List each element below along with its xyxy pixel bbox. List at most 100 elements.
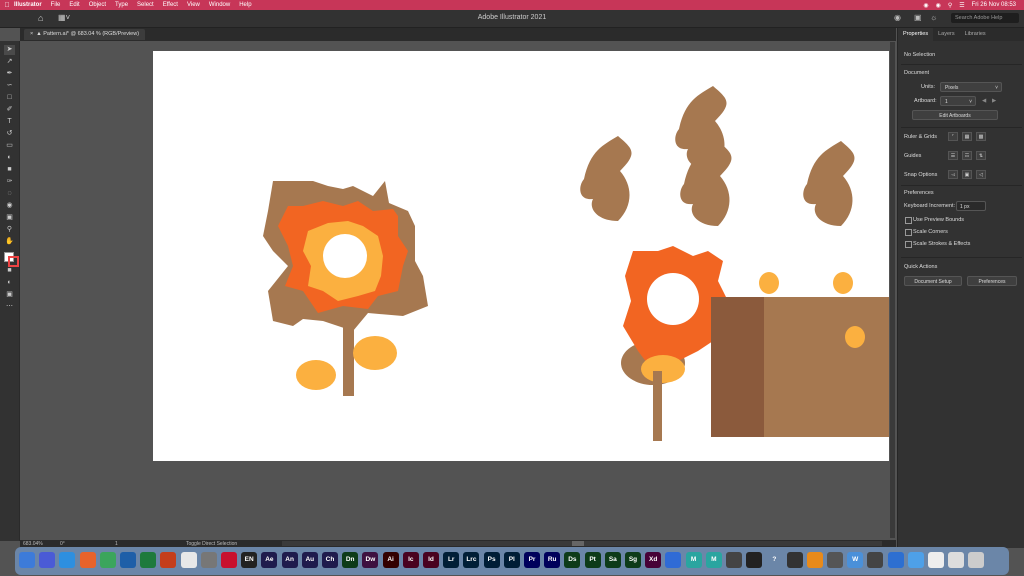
menu-object[interactable]: Object	[89, 2, 106, 8]
tab-layers[interactable]: Layers	[933, 28, 960, 41]
dock-app-icon[interactable]: Pl	[503, 552, 520, 568]
show-guides-icon[interactable]: ☰	[948, 151, 958, 160]
keyboard-increment-input[interactable]: 1 px	[956, 201, 986, 211]
dock-app-icon[interactable]	[665, 552, 682, 568]
eraser-tool-icon[interactable]: ▭	[4, 141, 15, 151]
dock-app-icon[interactable]: M	[685, 552, 702, 568]
menu-type[interactable]: Type	[115, 2, 128, 8]
dock-app-icon[interactable]: Sa	[604, 552, 621, 568]
snap-to-pixel-icon[interactable]: ▣	[962, 170, 972, 179]
dock-app-icon[interactable]: Ch	[322, 552, 338, 568]
dock-app-icon[interactable]	[806, 552, 823, 568]
artboard-tool-icon[interactable]: ▣	[4, 213, 15, 223]
type-tool-icon[interactable]: T	[4, 117, 15, 127]
dock-app-icon[interactable]: Dw	[362, 552, 379, 568]
dock-app-icon[interactable]: Ru	[544, 552, 561, 568]
snap-to-point-icon[interactable]: ◅	[948, 170, 958, 179]
dock-app-icon[interactable]: ?	[766, 552, 783, 568]
smart-guides-icon[interactable]: ⇅	[976, 151, 986, 160]
tab-libraries[interactable]: Libraries	[960, 28, 991, 41]
dock-app-icon[interactable]	[200, 552, 217, 568]
dock-app-icon[interactable]: Pt	[584, 552, 601, 568]
clock[interactable]: Fri 26 Nov 08:53	[972, 2, 1016, 8]
snap-to-glyph-icon[interactable]: ◁	[976, 170, 986, 179]
dock-app-icon[interactable]	[180, 552, 197, 568]
eyedropper-tool-icon[interactable]: ✑	[4, 177, 15, 187]
dock-app-icon[interactable]	[746, 552, 763, 568]
artboard-next-icon[interactable]: ▶	[992, 98, 996, 104]
dock-app-icon[interactable]	[79, 552, 96, 568]
symbol-sprayer-tool-icon[interactable]: ◉	[4, 201, 15, 211]
user-icon[interactable]: ◉	[894, 13, 901, 22]
dock-app-icon[interactable]	[786, 552, 803, 568]
dock-app-icon[interactable]: Dn	[342, 552, 359, 568]
dock-app-icon[interactable]: Au	[301, 552, 318, 568]
hand-tool-icon[interactable]: ✋	[4, 237, 15, 247]
pen-tool-icon[interactable]: ✒	[4, 69, 15, 79]
control-center-icon[interactable]: ☰	[959, 2, 964, 9]
dock-app-icon[interactable]	[140, 552, 157, 568]
leaf-shapes[interactable]	[580, 86, 855, 226]
menu-file[interactable]: File	[51, 2, 61, 8]
menu-select[interactable]: Select	[137, 2, 154, 8]
dock-app-icon[interactable]: Ae	[261, 552, 278, 568]
screen-mode-icon[interactable]: ▣	[4, 290, 15, 300]
rotate-tool-icon[interactable]: ↺	[4, 129, 15, 139]
dock-app-icon[interactable]: EN	[241, 552, 258, 568]
dock-app-icon[interactable]: Ai	[382, 552, 399, 568]
use-preview-bounds-checkbox[interactable]	[905, 217, 912, 224]
dock-app-icon[interactable]: W	[847, 552, 864, 568]
lock-guides-icon[interactable]: ☶	[962, 151, 972, 160]
dock-app-icon[interactable]: Lr	[443, 552, 460, 568]
transparency-grid-icon[interactable]: ▩	[976, 132, 986, 141]
menu-window[interactable]: Window	[209, 2, 230, 8]
dock-app-icon[interactable]: Xd	[645, 552, 662, 568]
dock-app-icon[interactable]	[827, 552, 843, 568]
dock-app-icon[interactable]	[221, 552, 237, 568]
grid-icon[interactable]: ▦	[962, 132, 972, 141]
drawing-mode-icon[interactable]: ◐	[4, 278, 15, 288]
dock-app-icon[interactable]	[726, 552, 742, 568]
edit-artboards-button[interactable]: Edit Artboards	[912, 110, 998, 120]
blend-tool-icon[interactable]: ◌	[4, 189, 15, 199]
artboard-prev-icon[interactable]: ◀	[982, 98, 986, 104]
shape-builder-tool-icon[interactable]: ◐	[4, 153, 15, 163]
selection-tool-icon[interactable]: ➤	[4, 45, 15, 55]
curvature-tool-icon[interactable]: ∽	[4, 81, 15, 91]
zoom-tool-icon[interactable]: ⚲	[4, 225, 15, 235]
ruler-icon[interactable]: ⌜	[948, 132, 958, 141]
search-adobe-help-input[interactable]: Search Adobe Help	[951, 13, 1019, 23]
dock-app-icon[interactable]: Lrc	[463, 552, 480, 568]
dock-app-icon[interactable]: Id	[423, 552, 439, 568]
dock-app-icon[interactable]: An	[281, 552, 298, 568]
document-setup-button[interactable]: Document Setup	[904, 276, 962, 286]
dock-app-icon[interactable]	[928, 552, 944, 568]
units-select[interactable]: Pixels ˅	[940, 82, 1002, 92]
artboard[interactable]	[153, 51, 889, 461]
lightbulb-icon[interactable]: ☼	[930, 13, 937, 22]
menu-view[interactable]: View	[187, 2, 200, 8]
more-tools-icon[interactable]: ⋯	[4, 302, 15, 312]
horizontal-scrollbar[interactable]	[282, 541, 882, 546]
dock-app-icon[interactable]: Ic	[402, 552, 419, 568]
scale-strokes-checkbox[interactable]	[905, 241, 912, 248]
artwork[interactable]	[153, 51, 889, 461]
gradient-tool-icon[interactable]: ■	[4, 165, 15, 175]
dock-app-icon[interactable]: M	[705, 552, 722, 568]
dock-app-icon[interactable]	[99, 552, 116, 568]
arrange-documents-icon[interactable]: ▣	[914, 13, 922, 22]
dock-app-icon[interactable]	[39, 552, 56, 568]
wifi-icon[interactable]: ◉	[936, 2, 941, 9]
dock-app-icon[interactable]	[120, 552, 136, 568]
menu-help[interactable]: Help	[239, 2, 251, 8]
apple-icon[interactable]: 	[0, 2, 14, 9]
document-tab[interactable]: × ▲ Pattern.ai* @ 683.04 % (RGB/Preview)	[24, 29, 146, 40]
dock-app-icon[interactable]	[867, 552, 884, 568]
dock-app-icon[interactable]: Sg	[625, 552, 641, 568]
dock-app-icon[interactable]	[160, 552, 177, 568]
rectangle-tool-icon[interactable]: □	[4, 93, 15, 103]
dock-app-icon[interactable]: Ds	[564, 552, 581, 568]
creative-cloud-icon[interactable]: ◉	[923, 2, 928, 9]
dock-app-icon[interactable]	[907, 552, 924, 568]
sunflower-left-shape[interactable]	[263, 181, 428, 396]
